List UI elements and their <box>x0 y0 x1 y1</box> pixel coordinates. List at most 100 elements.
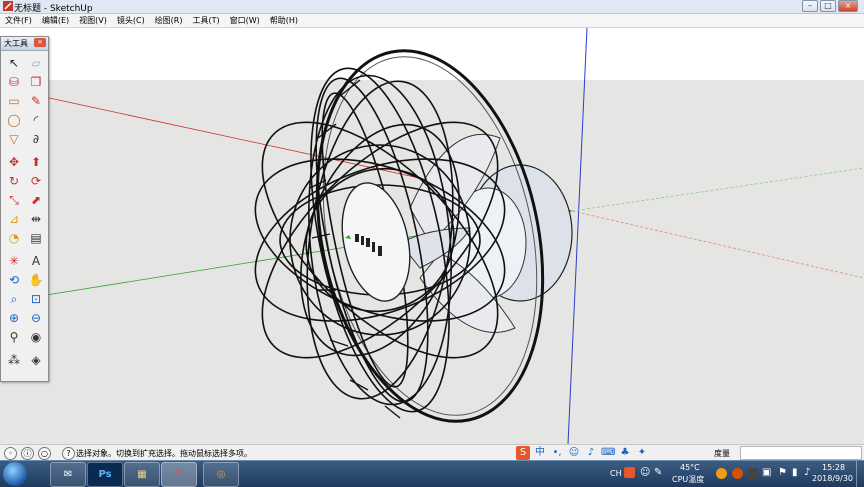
zoom-extents-icon[interactable]: ⊕ <box>5 309 23 327</box>
zoom-window-icon[interactable]: ⊡ <box>27 290 45 308</box>
menu-bar: 文件(F) 编辑(E) 视图(V) 镜头(C) 绘图(R) 工具(T) 窗口(W… <box>0 14 864 28</box>
pencil-icon[interactable]: ✎ <box>27 92 45 110</box>
minimize-button[interactable]: – <box>802 0 818 12</box>
previous-view-icon[interactable]: ⊖ <box>27 309 45 327</box>
pan-icon[interactable]: ✋ <box>27 271 45 289</box>
show-desktop-button[interactable] <box>856 461 864 487</box>
3d-text-icon[interactable]: A <box>27 252 45 270</box>
tool-separator <box>5 149 46 152</box>
cpu-temperature: 45°C <box>680 463 700 472</box>
look-around-icon[interactable]: ◉ <box>27 328 45 346</box>
settings-icon[interactable]: ✦ <box>635 446 649 460</box>
menu-window[interactable]: 窗口(W) <box>225 14 265 27</box>
tray-app-icon[interactable] <box>732 468 743 479</box>
tool-panel-title: 大工具 <box>4 39 28 48</box>
select-icon[interactable]: ↖ <box>5 54 23 72</box>
taskbar-app-photoshop[interactable]: Ps <box>87 462 123 487</box>
tray-app-icon[interactable] <box>747 468 758 479</box>
input-language[interactable]: CH <box>610 469 622 478</box>
freehand-icon[interactable]: ∂ <box>27 130 45 148</box>
model-viewport[interactable] <box>0 28 864 444</box>
move-icon[interactable]: ✥ <box>5 153 23 171</box>
signal-icon[interactable]: ▮ <box>792 467 798 478</box>
dimension-icon[interactable]: ⇹ <box>27 210 45 228</box>
microphone-icon[interactable]: ♪ <box>584 446 598 460</box>
start-button[interactable] <box>3 462 27 486</box>
eraser-icon[interactable]: ▱ <box>27 54 45 72</box>
clock-time[interactable]: 15:28 <box>822 463 845 472</box>
walk-icon[interactable]: ⁂ <box>5 351 23 369</box>
flag-icon[interactable]: ⚑ <box>778 467 787 478</box>
status-message: 选择对象。切换到扩充选择。拖动鼠标选择多项。 <box>76 449 252 458</box>
chinese-mode-icon[interactable]: 中 <box>533 446 547 460</box>
orbit-icon[interactable]: ⟲ <box>5 271 23 289</box>
tool-separator <box>5 347 46 350</box>
menu-tools[interactable]: 工具(T) <box>188 14 225 27</box>
tray-app-icon[interactable] <box>716 468 727 479</box>
sketchup-icon: ✎ <box>174 469 184 480</box>
mail-icon: ✉ <box>63 469 73 480</box>
tray-app-icon[interactable]: ▣ <box>762 467 771 478</box>
clock-date[interactable]: 2018/9/30 <box>812 474 853 483</box>
close-button[interactable]: × <box>838 0 858 12</box>
rectangle-icon[interactable]: ▭ <box>5 92 23 110</box>
green-axis-dashed <box>571 167 864 212</box>
tray-pen-icon[interactable]: ✎ <box>654 467 662 478</box>
window-title: 无标题 - SketchUp <box>14 4 93 14</box>
polygon-icon[interactable]: ▽ <box>5 130 23 148</box>
tool-separator <box>5 248 46 251</box>
maximize-button[interactable]: □ <box>820 0 836 12</box>
emoji-icon[interactable]: ☺ <box>567 446 581 460</box>
taskbar-app-sketchup[interactable]: ✎ <box>161 462 197 487</box>
offset-icon[interactable]: ⬈ <box>27 191 45 209</box>
taskbar-app-mail[interactable]: ✉ <box>50 462 86 487</box>
explorer-icon: ▦ <box>137 469 147 480</box>
fan-model-drawing <box>39 28 864 444</box>
measurements-input[interactable] <box>740 446 862 460</box>
push-pull-icon[interactable]: ⬆ <box>27 153 45 171</box>
rotate-icon[interactable]: ↻ <box>5 172 23 190</box>
credits-icon[interactable]: ⓘ <box>21 447 34 460</box>
volume-icon[interactable]: ♪ <box>804 467 810 478</box>
punctuation-icon[interactable]: •, <box>550 446 564 460</box>
taskbar-app-media[interactable]: ◎ <box>203 462 239 487</box>
scale-icon[interactable]: ⤡ <box>5 191 23 209</box>
geo-location-icon[interactable]: ◦ <box>4 447 17 460</box>
menu-view[interactable]: 视图(V) <box>74 14 112 27</box>
zoom-icon[interactable]: ⌕ <box>5 290 23 308</box>
tool-panel-header[interactable]: 大工具 × <box>1 37 48 51</box>
circle-icon[interactable]: ◯ <box>5 111 23 129</box>
sogou-tray-icon[interactable] <box>624 467 635 478</box>
text-icon[interactable]: ▤ <box>27 229 45 247</box>
sogou-icon[interactable]: S <box>516 446 530 460</box>
ime-toolbar: S 中 •, ☺ ♪ ⌨ ♣ ✦ <box>516 446 649 460</box>
help-icon[interactable]: ? <box>62 447 75 460</box>
arc-icon[interactable]: ◜ <box>27 111 45 129</box>
measurements-label: 度量 <box>714 449 730 458</box>
menu-file[interactable]: 文件(F) <box>0 14 37 27</box>
section-plane-icon[interactable]: ◈ <box>27 351 45 369</box>
tape-measure-icon[interactable]: ⊿ <box>5 210 23 228</box>
cpu-temperature-label: CPU温度 <box>672 475 705 484</box>
tray-status-icon[interactable]: ☺ <box>640 467 650 478</box>
photoshop-icon: Ps <box>98 469 112 480</box>
axes-icon[interactable]: ✳ <box>5 252 23 270</box>
tool-panel-close-button[interactable]: × <box>34 38 46 47</box>
make-component-icon[interactable]: ❒ <box>27 73 45 91</box>
tool-grid: ↖ ▱ ⛁ ❒ ▭ ✎ ◯ ◜ ▽ ∂ ✥ ⬆ ↻ ⟳ ⤡ ⬈ ⊿ ⇹ ◔ ▤ ✳ A ⟲ ✋ ⌕ ⊡ ⊕ ⊖ ⚲ ◉ ⁂ ◈ <box>1 51 48 372</box>
keyboard-icon[interactable]: ⌨ <box>601 446 615 460</box>
windows-taskbar: ✉ Ps ▦ ✎ ◎ CH ☺ ✎ 45°C CPU温度 ▣ ⚑ ▮ ♪ 15:… <box>0 460 864 487</box>
menu-help[interactable]: 帮助(H) <box>265 14 303 27</box>
skin-icon[interactable]: ♣ <box>618 446 632 460</box>
protractor-icon[interactable]: ◔ <box>5 229 23 247</box>
status-bar: ◦ ⓘ ○ ? 选择对象。切换到扩充选择。拖动鼠标选择多项。 S 中 •, ☺ … <box>0 444 864 461</box>
position-camera-icon[interactable]: ⚲ <box>5 328 23 346</box>
menu-camera[interactable]: 镜头(C) <box>112 14 150 27</box>
menu-draw[interactable]: 绘图(R) <box>150 14 188 27</box>
user-icon[interactable]: ○ <box>38 447 51 460</box>
follow-me-icon[interactable]: ⟳ <box>27 172 45 190</box>
menu-edit[interactable]: 编辑(E) <box>37 14 74 27</box>
taskbar-app-explorer[interactable]: ▦ <box>124 462 160 487</box>
system-tray: CH ☺ ✎ 45°C CPU温度 ▣ ⚑ ▮ ♪ 15:28 2018/9/3… <box>604 461 864 487</box>
paint-bucket-icon[interactable]: ⛁ <box>5 73 23 91</box>
